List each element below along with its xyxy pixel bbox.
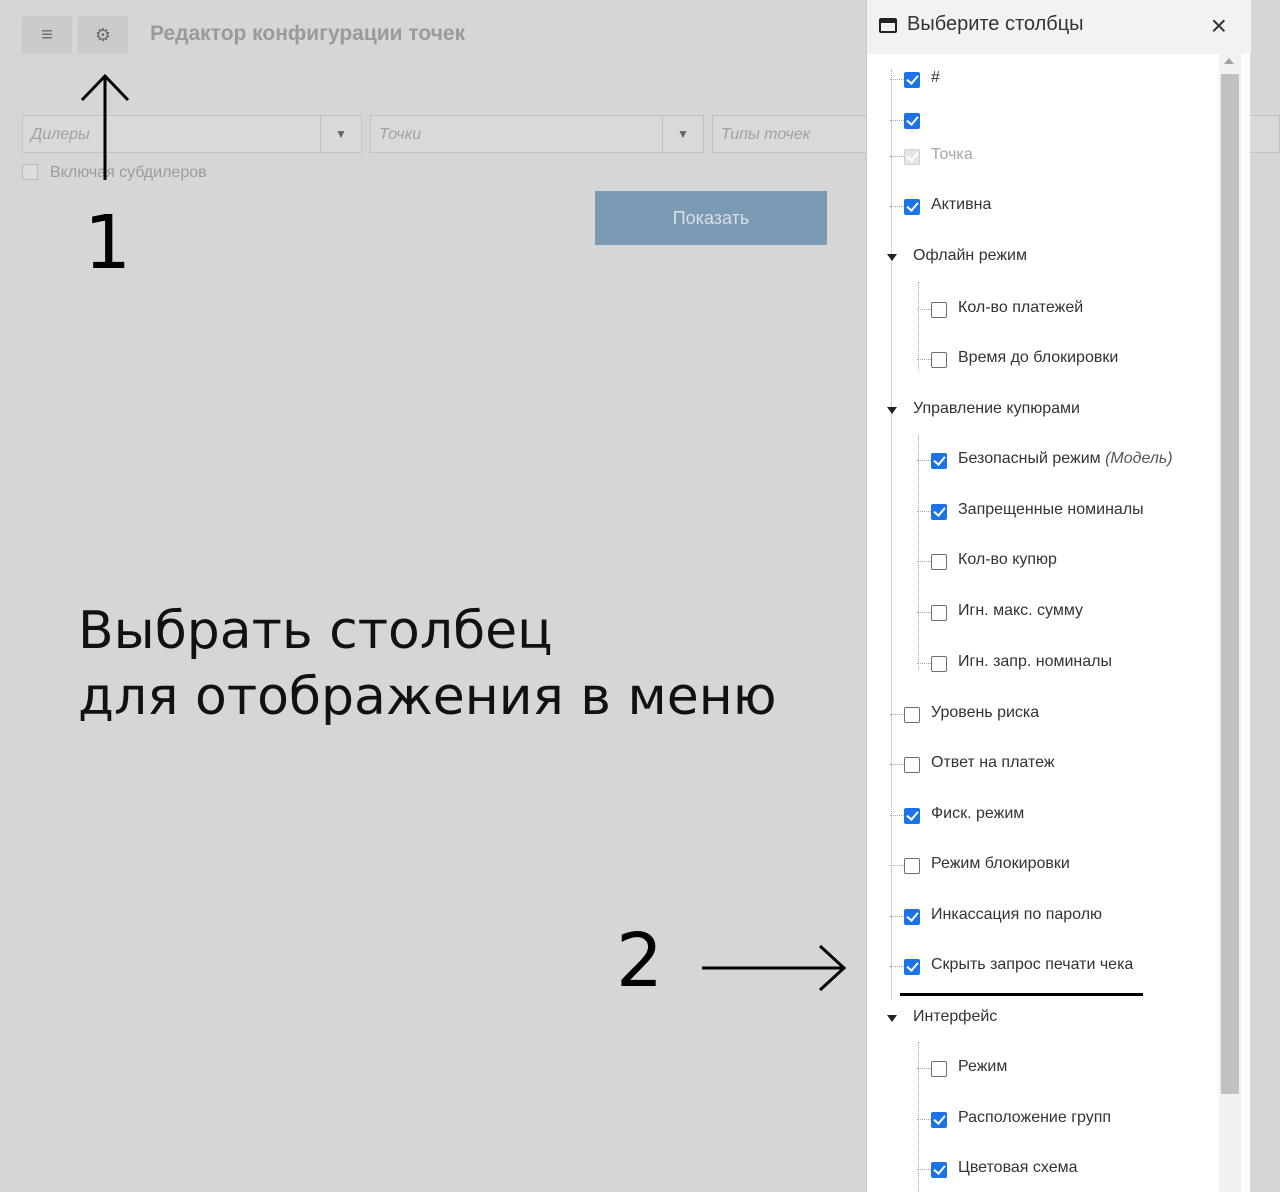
checkbox[interactable] <box>931 302 947 318</box>
annotation-text: Выбрать столбец для отображения в меню <box>78 598 776 730</box>
checkbox[interactable] <box>904 199 920 215</box>
checkbox[interactable] <box>904 909 920 925</box>
checkbox[interactable] <box>931 504 947 520</box>
dealers-combo[interactable]: Дилеры ▼ <box>22 115 362 153</box>
hamburger-icon: ≡ <box>41 23 53 46</box>
checkbox[interactable] <box>904 72 920 88</box>
checkbox[interactable] <box>931 554 947 570</box>
settings-button[interactable]: ⚙ <box>78 16 128 54</box>
checkbox[interactable] <box>931 605 947 621</box>
annotation-number-1: 1 <box>84 200 132 286</box>
points-combo[interactable]: Точки ▼ <box>370 115 704 153</box>
tree-line <box>918 282 919 370</box>
checkbox[interactable] <box>931 1162 947 1178</box>
checkbox[interactable] <box>931 1061 947 1077</box>
point-types-combo[interactable]: Типы точек <box>712 115 872 153</box>
tree-line <box>918 435 919 670</box>
checkbox[interactable] <box>931 453 947 469</box>
annotation-underline <box>900 993 1143 996</box>
annotation-line-1: Выбрать столбец <box>78 601 553 661</box>
caret-down-icon[interactable] <box>887 407 897 414</box>
show-button[interactable]: Показать <box>595 191 827 245</box>
tree-line <box>891 70 892 1000</box>
chevron-down-icon[interactable]: ▼ <box>320 116 361 152</box>
include-subdealers-checkbox[interactable] <box>22 164 38 180</box>
caret-down-icon[interactable] <box>887 1015 897 1022</box>
gear-icon: ⚙ <box>94 24 112 45</box>
checkbox[interactable] <box>904 707 920 723</box>
annotation-line-2: для отображения в меню <box>78 667 777 727</box>
checkbox[interactable] <box>904 808 920 824</box>
page-title: Редактор конфигурации точек <box>150 22 466 45</box>
checkbox[interactable] <box>931 656 947 672</box>
checkbox <box>904 149 920 165</box>
checkbox[interactable] <box>931 1112 947 1128</box>
caret-down-icon[interactable] <box>887 254 897 261</box>
checkbox[interactable] <box>904 959 920 975</box>
menu-button[interactable]: ≡ <box>22 16 72 54</box>
close-icon[interactable]: × <box>1211 10 1227 42</box>
chevron-down-icon[interactable]: ▼ <box>662 116 703 152</box>
panel-title: Выберите столбцы <box>907 13 1084 35</box>
annotation-number-2: 2 <box>616 918 664 1004</box>
point-types-combo-end <box>1250 115 1280 153</box>
annotation-arrow-up <box>80 73 130 180</box>
point-types-placeholder: Типы точек <box>721 126 811 143</box>
checkbox[interactable] <box>904 858 920 874</box>
window-icon <box>879 18 897 33</box>
scrollbar-thumb[interactable] <box>1221 74 1239 1094</box>
column-chooser-panel: Выберите столбцы × # Точка Активна Офлай… <box>866 0 1251 1192</box>
annotation-arrow-right <box>702 944 847 992</box>
panel-header: Выберите столбцы × <box>867 0 1251 54</box>
scrollbar[interactable] <box>1219 54 1241 1192</box>
points-placeholder: Точки <box>379 126 422 143</box>
checkbox[interactable] <box>904 757 920 773</box>
scroll-up-icon[interactable] <box>1224 58 1234 64</box>
checkbox[interactable] <box>904 113 920 129</box>
checkbox[interactable] <box>931 352 947 368</box>
